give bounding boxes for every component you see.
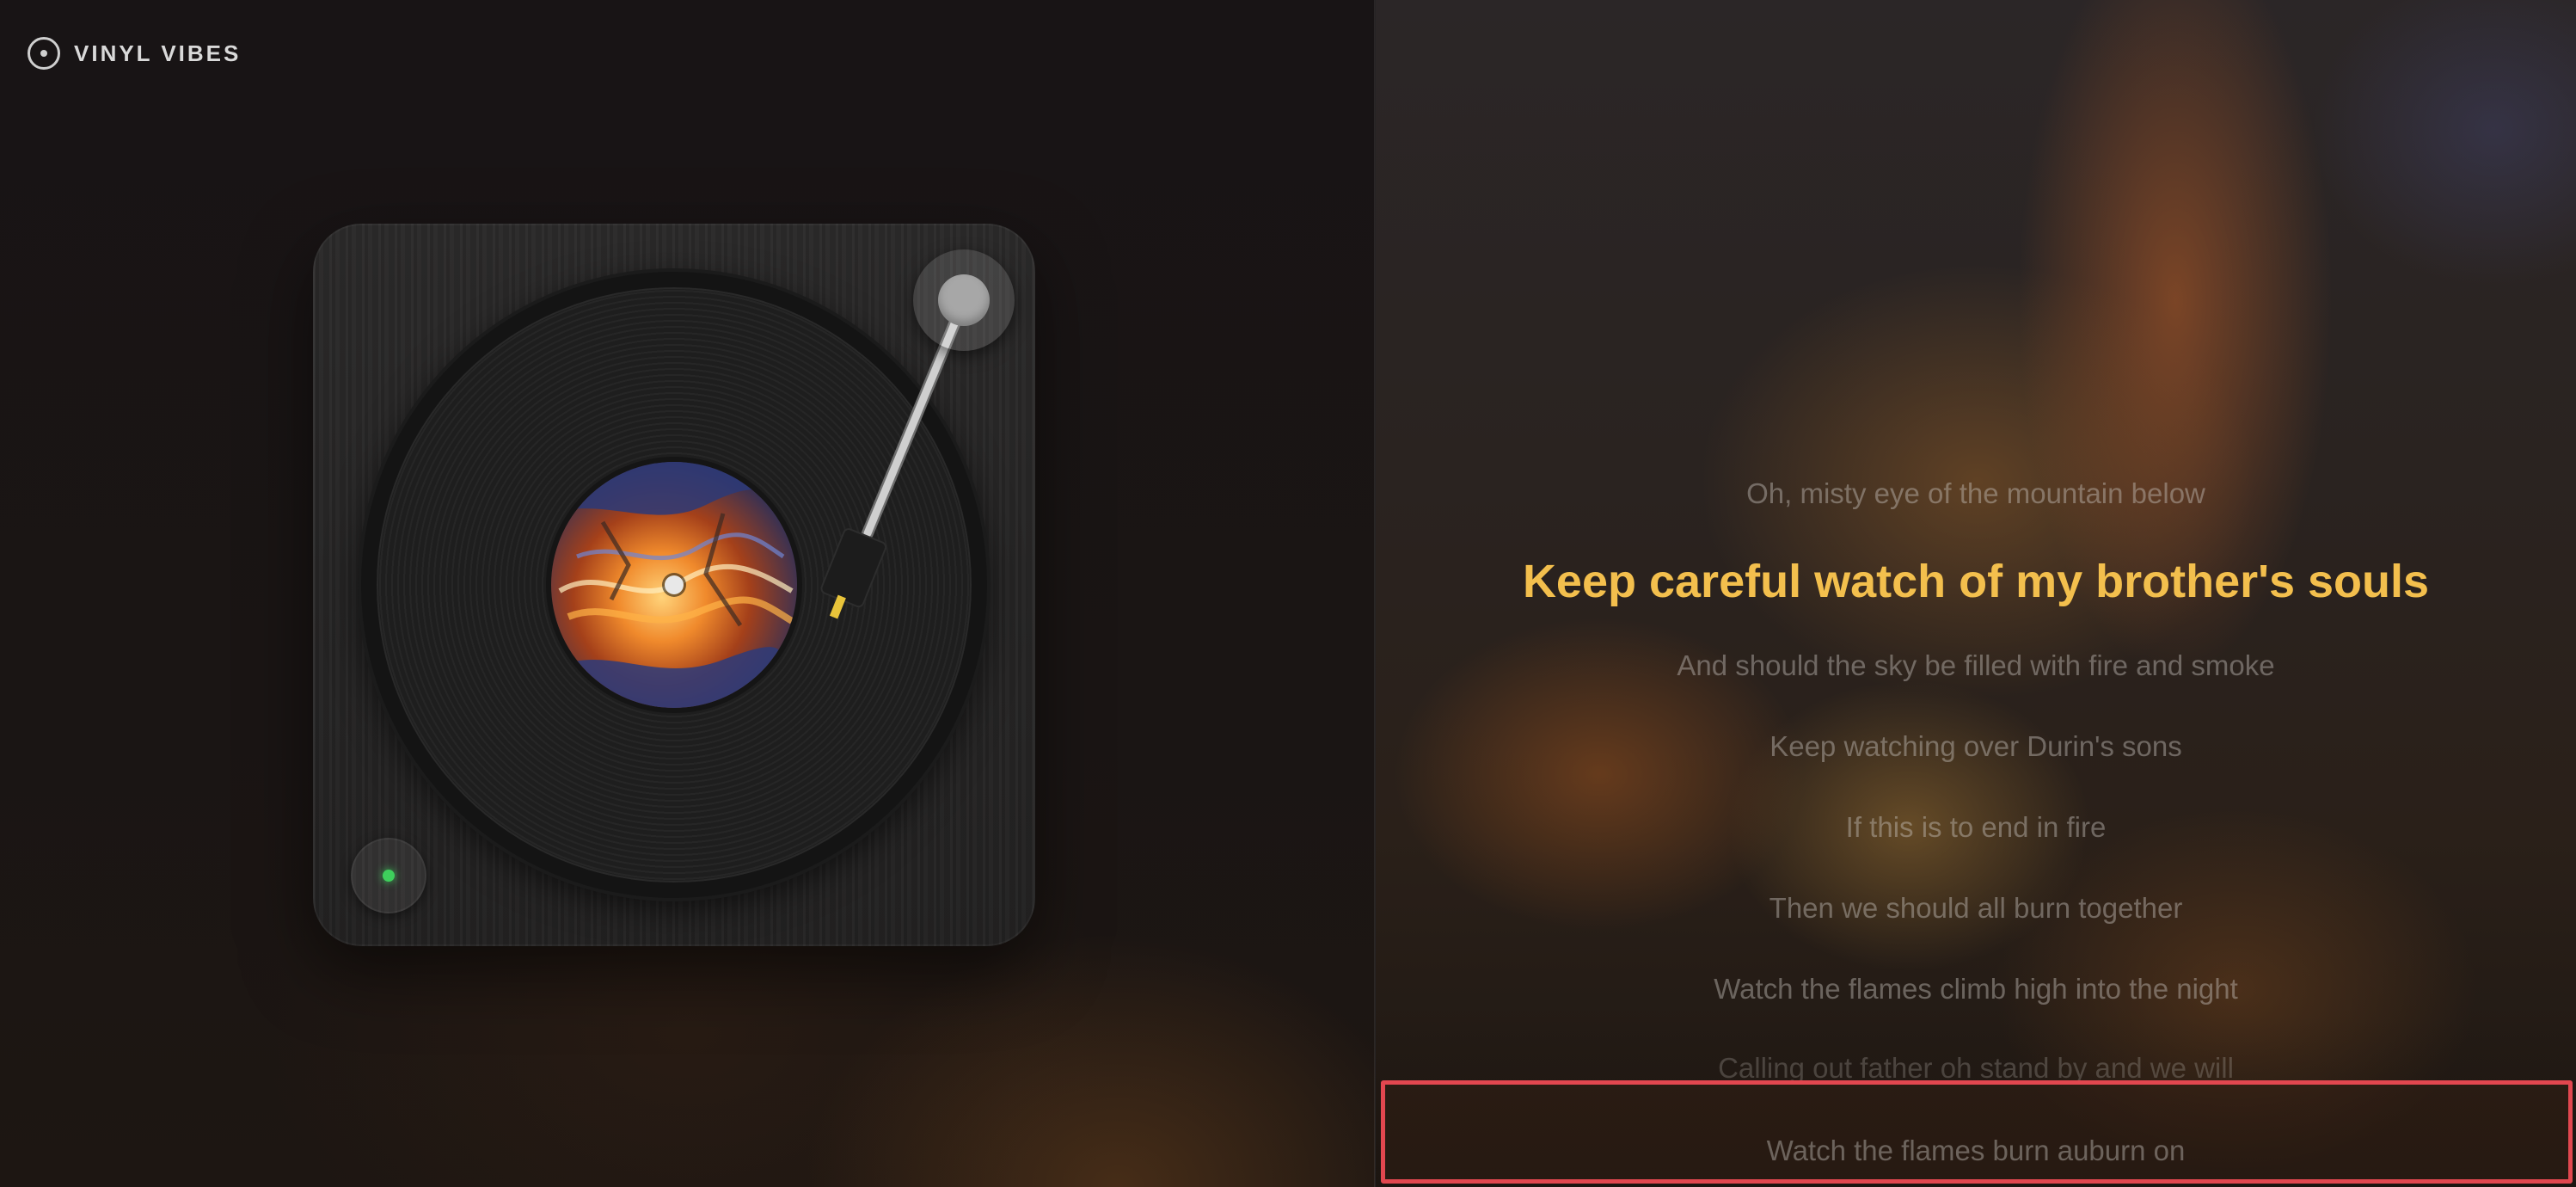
vinyl-disc-icon xyxy=(28,37,60,70)
power-led-icon xyxy=(383,870,395,882)
lyrics-panel: Oh, misty eye of the mountain below Keep… xyxy=(1376,0,2576,1187)
turntable xyxy=(313,224,1035,946)
lyric-line[interactable]: Watch the flames burn auburn on xyxy=(1376,1134,2576,1168)
platter xyxy=(361,272,987,898)
tonearm-base xyxy=(913,249,1015,351)
brand: VINYL VIBES xyxy=(28,36,241,71)
player-panel: VINYL VIBES xyxy=(0,0,1375,1187)
power-button[interactable] xyxy=(351,838,426,913)
app-root: VINYL VIBES Oh, misty eye of the mountai… xyxy=(0,0,2576,1187)
record-spindle xyxy=(665,575,684,594)
lyrics-list-bottom: Watch the flames burn auburn on xyxy=(1376,0,2576,1187)
vinyl-record[interactable] xyxy=(377,287,972,883)
brand-name: VINYL VIBES xyxy=(74,40,242,66)
tonearm-pivot xyxy=(938,274,990,326)
